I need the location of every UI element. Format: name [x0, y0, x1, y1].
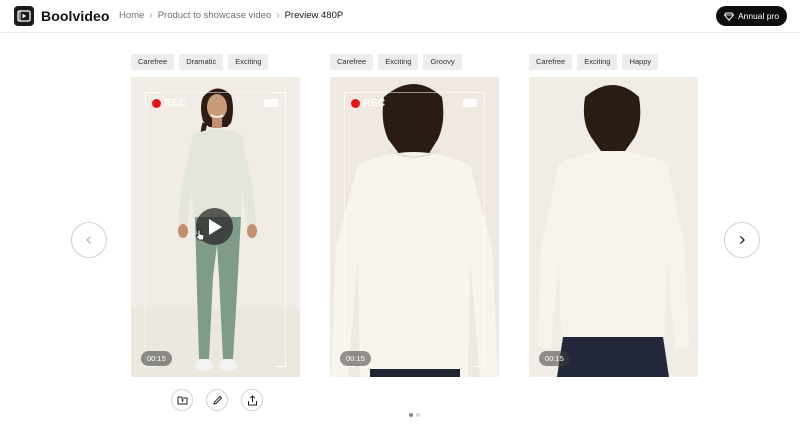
folder-icon [177, 396, 187, 405]
tag-list: Carefree Exciting Happy [529, 54, 698, 70]
rec-dot-icon [351, 99, 360, 108]
annual-pro-button[interactable]: Annual pro [716, 6, 787, 26]
video-thumbnail [330, 77, 499, 377]
video-preview[interactable]: 00:15 [529, 77, 698, 377]
chevron-left-icon [86, 236, 91, 244]
edit-button[interactable] [206, 389, 228, 411]
rec-label: REC [363, 98, 386, 109]
tag[interactable]: Carefree [529, 54, 573, 70]
rec-frame-corner [274, 355, 286, 367]
tag[interactable]: Carefree [131, 54, 175, 70]
rec-label: REC [164, 98, 187, 109]
tag[interactable]: Exciting [378, 54, 419, 70]
chevron-right-icon: › [149, 10, 153, 21]
breadcrumb: Home › Product to showcase video › Previ… [119, 10, 343, 21]
chevron-right-icon: › [276, 10, 280, 21]
diamond-icon [723, 12, 734, 21]
share-icon [247, 394, 257, 405]
breadcrumb-current: Preview 480P [284, 10, 344, 21]
video-thumbnail [529, 77, 698, 377]
duration-badge: 00:15 [141, 351, 172, 366]
play-icon [208, 218, 222, 235]
save-to-folder-button[interactable] [171, 389, 193, 411]
rec-frame-line [285, 104, 286, 355]
rec-frame-line [157, 92, 274, 93]
rec-frame-corner [473, 355, 485, 367]
tag-list: Carefree Exciting Groovy [330, 54, 499, 70]
annual-pro-label: Annual pro [737, 11, 780, 21]
rec-frame-line [145, 104, 146, 355]
top-bar: Boolvideo Home › Product to showcase vid… [0, 0, 800, 33]
hand-cursor-icon [195, 229, 205, 241]
pagination-dots [409, 413, 420, 417]
duration-badge: 00:15 [340, 351, 371, 366]
brand-name[interactable]: Boolvideo [41, 8, 110, 24]
video-card: Carefree Dramatic Exciting REC 00:15 [131, 54, 300, 411]
logo-icon[interactable] [14, 6, 34, 26]
card-actions [171, 389, 263, 411]
rec-dot-icon [152, 99, 161, 108]
rec-frame-line [484, 104, 485, 355]
share-button[interactable] [241, 389, 263, 411]
breadcrumb-product-to-showcase[interactable]: Product to showcase video [158, 10, 272, 21]
battery-icon [264, 99, 278, 107]
battery-icon [463, 99, 477, 107]
tag[interactable]: Dramatic [179, 54, 224, 70]
breadcrumb-home[interactable]: Home [119, 10, 144, 21]
tag[interactable]: Exciting [228, 54, 269, 70]
tag[interactable]: Happy [622, 54, 659, 70]
previous-button[interactable] [71, 222, 107, 258]
pencil-icon [212, 395, 222, 405]
tag-list: Carefree Dramatic Exciting [131, 54, 300, 70]
rec-frame-line [344, 104, 345, 355]
video-preview[interactable]: REC 00:15 [131, 77, 300, 377]
duration-badge: 00:15 [539, 351, 570, 366]
chevron-right-icon [740, 236, 745, 244]
tag[interactable]: Exciting [577, 54, 618, 70]
video-card: Carefree Exciting Groovy REC 00:15 [330, 54, 499, 377]
pagination-dot[interactable] [409, 413, 413, 417]
video-preview[interactable]: REC 00:15 [330, 77, 499, 377]
pagination-dot[interactable] [416, 413, 420, 417]
tag[interactable]: Groovy [423, 54, 462, 70]
next-button[interactable] [724, 222, 760, 258]
video-card: Carefree Exciting Happy 00:15 [529, 54, 698, 377]
tag[interactable]: Carefree [330, 54, 374, 70]
rec-frame-line [356, 92, 473, 93]
